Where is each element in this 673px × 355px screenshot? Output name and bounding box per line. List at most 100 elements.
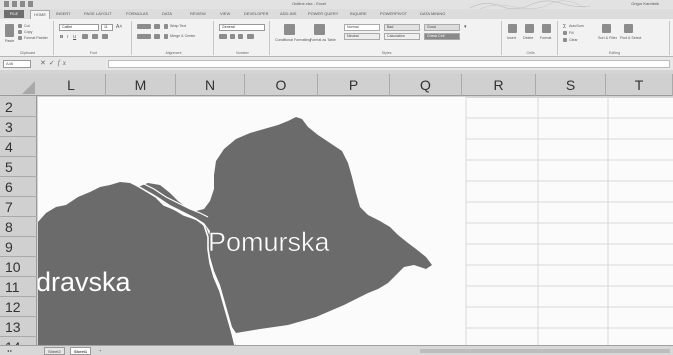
fill-button[interactable]: Fill (569, 31, 574, 35)
tab-add-ins[interactable]: ADD-INS (280, 11, 296, 16)
cut-button[interactable]: Cut (24, 24, 30, 28)
row-header-2[interactable]: 2 (0, 97, 37, 117)
find-select-button[interactable]: Find & Select (620, 36, 641, 40)
tab-insert[interactable]: INSERT (56, 11, 71, 16)
wrap-text-button[interactable]: Wrap Text (170, 24, 186, 28)
merge-center-button[interactable]: Merge & Center (170, 34, 195, 38)
autosum-button[interactable]: AutoSum (569, 24, 584, 28)
fill-color-icon[interactable] (92, 34, 98, 39)
column-header-o[interactable]: O (245, 74, 318, 96)
column-header-s[interactable]: S (536, 74, 606, 96)
row-header-5[interactable]: 5 (0, 157, 37, 177)
find-select-icon[interactable] (624, 24, 633, 33)
orientation-icon[interactable] (154, 24, 160, 29)
insert-cells-button[interactable]: Insert (507, 36, 516, 40)
column-header-n[interactable]: N (176, 74, 245, 96)
horizontal-scrollbar[interactable] (420, 349, 670, 353)
percent-icon[interactable] (230, 34, 235, 39)
tab-page-layout[interactable]: PAGE LAYOUT (84, 11, 112, 16)
column-header-q[interactable]: Q (390, 74, 462, 96)
row-header-6[interactable]: 6 (0, 177, 37, 197)
sheet-tab-sheet2[interactable]: Sheet2 (44, 347, 65, 355)
undo-icon[interactable] (20, 1, 25, 7)
tab-data-mining[interactable]: DATA MINING (420, 11, 445, 16)
autosum-icon[interactable]: Σ (563, 24, 566, 30)
tab-data[interactable]: DATA (162, 11, 172, 16)
column-header-m[interactable]: M (106, 74, 176, 96)
style-calculation[interactable]: Calculation (384, 33, 420, 40)
name-box[interactable]: A46 (3, 60, 31, 68)
cut-icon[interactable] (18, 24, 22, 28)
vertical-align-icon[interactable] (137, 24, 151, 29)
format-as-table-button[interactable]: Format as Table (310, 38, 336, 42)
style-bad[interactable]: Bad (384, 24, 420, 31)
conditional-formatting-icon[interactable] (284, 24, 295, 35)
new-sheet-button[interactable]: + (96, 347, 104, 355)
tab-power-query[interactable]: POWER QUERY (308, 11, 338, 16)
row-header-11[interactable]: 11 (0, 277, 37, 297)
paste-icon[interactable] (5, 24, 14, 37)
select-all-corner[interactable] (0, 74, 37, 96)
merge-center-icon[interactable] (164, 34, 168, 39)
tab-powerpivot[interactable]: POWERPIVOT (380, 11, 407, 16)
styles-more-icon[interactable]: ▾ (464, 24, 467, 30)
formula-bar-buttons[interactable]: ✕✓fx (40, 59, 69, 67)
clear-icon[interactable] (563, 38, 567, 42)
sheet-tab-sheet1[interactable]: Sheet1 (70, 347, 92, 355)
tab-formulas[interactable]: FORMULAS (126, 11, 148, 16)
conditional-formatting-button[interactable]: Conditional Formatting (275, 38, 311, 42)
tab-developer[interactable]: DEVELOPER (244, 11, 268, 16)
grow-font-icon[interactable]: A˄ (116, 24, 122, 30)
style-neutral[interactable]: Neutral (344, 33, 380, 40)
style-good[interactable]: Good (424, 24, 460, 31)
sort-filter-icon[interactable] (602, 24, 611, 33)
wrap-text-icon[interactable] (164, 24, 168, 29)
borders-icon[interactable] (82, 34, 88, 39)
italic-button[interactable]: I (67, 34, 68, 39)
format-cells-icon[interactable] (542, 24, 551, 33)
sort-filter-button[interactable]: Sort & Filter (598, 36, 617, 40)
row-header-13[interactable]: 13 (0, 317, 37, 337)
font-family-select[interactable]: Calibri (59, 24, 99, 31)
redo-icon[interactable] (28, 1, 33, 7)
column-header-t[interactable]: T (606, 74, 673, 96)
row-header-4[interactable]: 4 (0, 137, 37, 157)
horizontal-align-icon[interactable] (137, 34, 151, 39)
delete-cells-icon[interactable] (525, 24, 534, 33)
format-cells-button[interactable]: Format (540, 36, 551, 40)
formula-input[interactable] (108, 60, 670, 68)
format-painter-button[interactable]: Format Painter (24, 36, 48, 40)
style-normal[interactable]: Normal (344, 24, 380, 31)
row-header-8[interactable]: 8 (0, 217, 37, 237)
fill-icon[interactable] (563, 31, 567, 35)
row-header-12[interactable]: 12 (0, 297, 37, 317)
sheet-nav-arrows[interactable]: ◂ ▸ (4, 347, 15, 355)
insert-function-icon[interactable]: fx (58, 59, 69, 67)
row-header-10[interactable]: 10 (0, 257, 37, 277)
copy-icon[interactable] (18, 30, 22, 34)
format-as-table-icon[interactable] (314, 24, 325, 35)
clear-button[interactable]: Clear (569, 38, 578, 42)
style-check-cell[interactable]: Check Cell (424, 33, 460, 40)
column-header-r[interactable]: R (462, 74, 536, 96)
number-format-select[interactable]: General (219, 24, 265, 31)
worksheet-grid[interactable]: Pomurska dravska (38, 97, 673, 345)
tab-file[interactable]: FILE (4, 10, 24, 18)
comma-icon[interactable] (238, 34, 243, 39)
bold-button[interactable]: B (60, 34, 63, 39)
save-icon[interactable] (12, 1, 17, 7)
tab-inquire[interactable]: INQUIRE (350, 11, 367, 16)
column-header-p[interactable]: P (318, 74, 390, 96)
currency-icon[interactable] (219, 34, 227, 39)
underline-button[interactable]: U (73, 34, 76, 39)
tab-view[interactable]: VIEW (220, 11, 230, 16)
indent-icon[interactable] (154, 34, 160, 39)
font-size-select[interactable]: 11 (101, 24, 113, 31)
user-name[interactable]: Grigor Karnitnik (631, 1, 659, 6)
font-color-icon[interactable] (102, 34, 108, 39)
row-header-7[interactable]: 7 (0, 197, 37, 217)
delete-cells-button[interactable]: Delete (523, 36, 533, 40)
insert-cells-icon[interactable] (508, 24, 517, 33)
tab-home[interactable]: HOME (30, 10, 50, 19)
row-header-9[interactable]: 9 (0, 237, 37, 257)
